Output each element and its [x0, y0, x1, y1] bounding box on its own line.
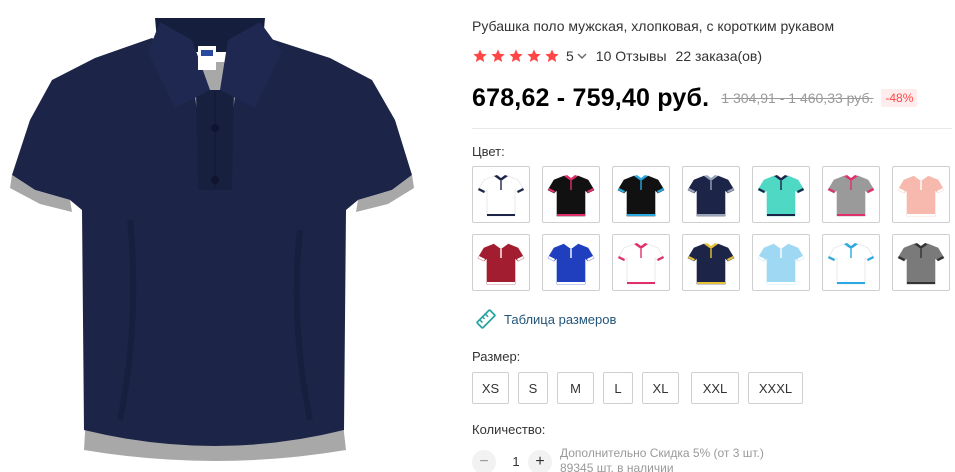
polo-shirt-icon: [547, 174, 595, 216]
color-swatch[interactable]: [682, 234, 740, 291]
size-option[interactable]: XL: [642, 372, 679, 404]
size-option[interactable]: M: [557, 372, 594, 404]
product-image[interactable]: [0, 0, 430, 472]
size-option[interactable]: XS: [472, 372, 509, 404]
color-swatch[interactable]: [682, 166, 740, 223]
color-label: Цвет:: [472, 144, 505, 159]
color-swatch[interactable]: [892, 234, 950, 291]
current-price: 678,62 - 759,40 руб.: [472, 83, 710, 112]
color-swatch[interactable]: [752, 234, 810, 291]
price-row: 678,62 - 759,40 руб. 1 304,91 - 1 460,33…: [472, 82, 918, 114]
orders-count: 22 заказа(ов): [675, 48, 763, 64]
polo-shirt-icon: [477, 242, 525, 284]
polo-shirt-icon: [617, 174, 665, 216]
product-title: Рубашка поло мужская, хлопковая, с корот…: [472, 18, 835, 34]
star-icon: [491, 49, 505, 62]
polo-shirt-icon: [617, 242, 665, 284]
polo-shirt-icon: [547, 242, 595, 284]
rating-stars: [472, 48, 560, 64]
color-swatch[interactable]: [892, 166, 950, 223]
chevron-down-icon[interactable]: [577, 51, 587, 61]
rating-row: 5 10 Отзывы 22 заказа(ов): [472, 46, 762, 66]
polo-shirt-icon: [757, 242, 805, 284]
color-swatch[interactable]: [752, 166, 810, 223]
divider: [472, 128, 952, 129]
polo-shirt-icon: [827, 174, 875, 216]
polo-shirt-icon: [687, 174, 735, 216]
ruler-icon: [476, 309, 496, 329]
color-swatch[interactable]: [612, 166, 670, 223]
rating-value: 5: [566, 48, 574, 64]
quantity-increase-button[interactable]: +: [528, 450, 552, 472]
color-swatch[interactable]: [472, 234, 530, 291]
quantity-info: Дополнительно Скидка 5% (от 3 шт.) 89345…: [560, 446, 764, 472]
quantity-label: Количество:: [472, 422, 546, 437]
quantity-input[interactable]: [506, 450, 526, 472]
color-swatch[interactable]: [822, 234, 880, 291]
stock-text: 89345 шт. в наличии: [560, 461, 674, 472]
size-chart-link[interactable]: Таблица размеров: [474, 307, 616, 331]
polo-shirt-icon: [757, 174, 805, 216]
color-swatch[interactable]: [822, 166, 880, 223]
extra-discount-text: Дополнительно Скидка 5% (от 3 шт.): [560, 446, 764, 460]
polo-shirt-icon: [897, 242, 945, 284]
polo-shirt-icon: [687, 242, 735, 284]
size-chart-label: Таблица размеров: [504, 311, 617, 327]
product-info-panel: Рубашка поло мужская, хлопковая, с корот…: [472, 0, 955, 472]
star-icon: [509, 49, 523, 62]
size-option[interactable]: XXL: [691, 372, 739, 404]
discount-badge: -48%: [881, 89, 918, 107]
star-icon: [473, 49, 487, 62]
star-icon: [527, 49, 541, 62]
color-swatch[interactable]: [542, 166, 600, 223]
star-icon: [545, 49, 559, 62]
size-option[interactable]: L: [603, 372, 633, 404]
size-label: Размер:: [472, 349, 521, 364]
size-option[interactable]: XXXL: [748, 372, 803, 404]
color-swatch[interactable]: [612, 234, 670, 291]
original-price: 1 304,91 - 1 460,33 руб.: [721, 90, 874, 106]
reviews-link[interactable]: 10 Отзывы: [596, 48, 667, 64]
polo-shirt-icon: [827, 242, 875, 284]
size-option[interactable]: S: [518, 372, 548, 404]
color-swatch[interactable]: [472, 166, 530, 223]
quantity-decrease-button[interactable]: −: [472, 450, 496, 472]
polo-shirt-icon: [477, 174, 525, 216]
polo-shirt-icon: [897, 174, 945, 216]
color-swatch[interactable]: [542, 234, 600, 291]
